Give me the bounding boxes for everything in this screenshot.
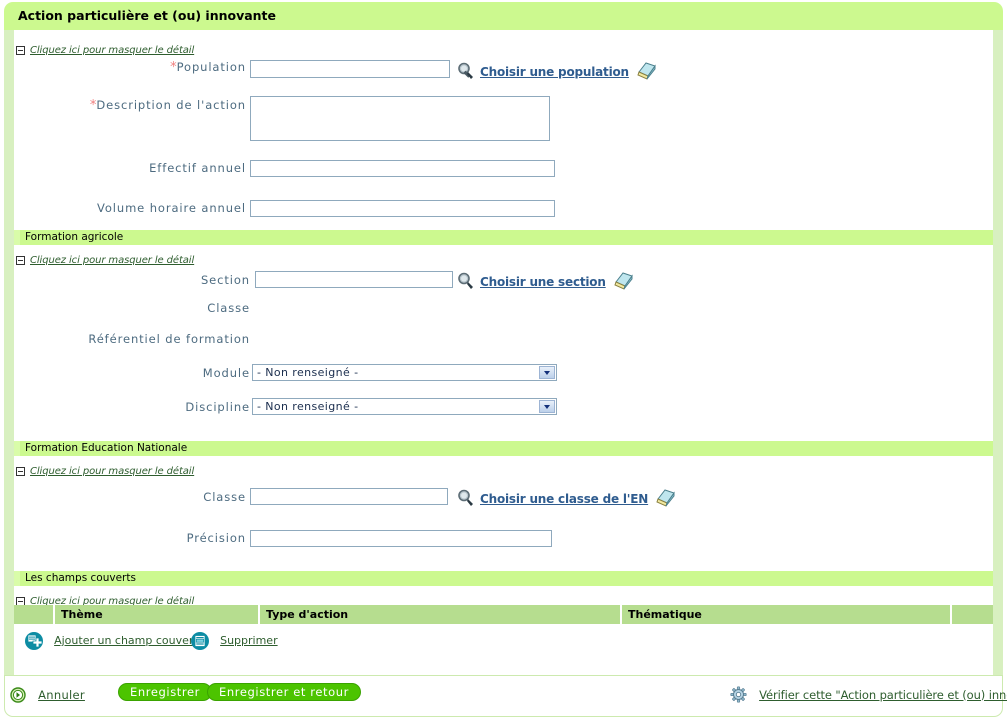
collapse-toggle-formation-en-label[interactable]: Cliquez ici pour masquer le détail	[30, 466, 194, 477]
chooser-section: Choisir une section	[456, 270, 635, 292]
select-module[interactable]: - Non renseigné -	[252, 364, 557, 381]
chooser-population: Choisir une population	[456, 60, 658, 82]
chooser-classe-en: Choisir une classe de l'EN	[456, 487, 677, 509]
section-accent-bar	[14, 571, 20, 586]
eraser-icon[interactable]	[655, 487, 677, 511]
label-referentiel-text: Référentiel de formation	[88, 332, 250, 346]
label-discipline-text: Discipline	[185, 400, 250, 414]
label-module: Module	[60, 366, 250, 380]
delete-champ-couvert-action[interactable]: Supprimer	[190, 630, 278, 652]
chooser-classe-en-link[interactable]: Choisir une classe de l'EN	[480, 492, 648, 506]
chevron-down-icon[interactable]	[539, 366, 555, 379]
section-accent-bar	[14, 441, 20, 456]
label-volume: Volume horaire annuel	[40, 201, 246, 215]
collapse-toggle-formation-en[interactable]: Cliquez ici pour masquer le détail	[16, 461, 194, 477]
section-accent-bar	[14, 230, 20, 245]
chooser-section-link[interactable]: Choisir une section	[480, 275, 606, 289]
table-col-select	[14, 605, 55, 624]
eraser-icon[interactable]	[636, 60, 658, 84]
verify-action[interactable]: Vérifier cette "Action particulière et (…	[730, 684, 1007, 703]
table-col-type-action[interactable]: Type d'action	[259, 605, 622, 624]
chooser-population-link[interactable]: Choisir une population	[480, 65, 629, 79]
label-discipline: Discipline	[60, 400, 250, 414]
input-volume[interactable]	[250, 200, 555, 217]
input-population[interactable]	[250, 60, 450, 78]
page-title-bar: Action particulière et (ou) innovante	[4, 2, 1003, 30]
label-referentiel: Référentiel de formation	[60, 332, 250, 346]
minus-box-icon[interactable]	[16, 467, 25, 476]
select-discipline[interactable]: - Non renseigné -	[252, 398, 557, 415]
label-section-text: Section	[200, 273, 250, 287]
label-precision-text: Précision	[186, 531, 246, 545]
table-header-row: Thème Type d'action Thématique	[14, 605, 993, 624]
select-module-value: - Non renseigné -	[257, 366, 359, 379]
section-title-formation-en: Formation Education Nationale	[25, 442, 188, 454]
label-classe-agricole: Classe	[60, 301, 250, 315]
magnifier-icon[interactable]	[456, 61, 475, 84]
label-module-text: Module	[202, 366, 250, 380]
input-effectif[interactable]	[250, 160, 555, 177]
minus-box-icon[interactable]	[16, 256, 25, 265]
table-col-thematique[interactable]: Thématique	[621, 605, 952, 624]
magnifier-icon[interactable]	[456, 488, 475, 511]
verify-link[interactable]: Vérifier cette "Action particulière et (…	[759, 688, 1007, 702]
eraser-icon[interactable]	[613, 270, 635, 294]
delete-champ-couvert-link[interactable]: Supprimer	[220, 634, 278, 647]
back-arrow-icon[interactable]	[10, 684, 31, 703]
label-classe-en: Classe	[56, 490, 246, 504]
collapse-toggle-formation-agricole[interactable]: Cliquez ici pour masquer le détail	[16, 250, 194, 266]
save-and-return-button[interactable]: Enregistrer et retour	[207, 683, 361, 701]
input-description[interactable]	[250, 96, 550, 141]
label-effectif: Effectif annuel	[60, 161, 246, 175]
cancel-link[interactable]: Annuler	[38, 688, 85, 702]
cancel-action[interactable]: Annuler	[10, 684, 85, 703]
gear-icon[interactable]	[730, 684, 752, 703]
input-precision[interactable]	[250, 530, 552, 547]
add-circle-icon[interactable]	[24, 630, 49, 650]
add-champ-couvert-action[interactable]: Ajouter un champ couvert	[24, 630, 198, 652]
label-population-text: Population	[176, 60, 246, 74]
champs-couverts-table: Thème Type d'action Thématique	[14, 605, 993, 624]
chevron-down-icon[interactable]	[539, 400, 555, 413]
select-discipline-value: - Non renseigné -	[257, 400, 359, 413]
section-title-champs-couverts: Les champs couverts	[25, 572, 136, 584]
collapse-toggle-main-label[interactable]: Cliquez ici pour masquer le détail	[30, 45, 194, 56]
magnifier-icon[interactable]	[456, 271, 475, 294]
add-champ-couvert-link[interactable]: Ajouter un champ couvert	[54, 634, 198, 647]
collapse-toggle-main[interactable]: Cliquez ici pour masquer le détail	[16, 40, 194, 56]
section-title-formation-agricole: Formation agricole	[25, 231, 124, 243]
label-population: *Population	[60, 60, 246, 75]
delete-circle-icon[interactable]	[190, 630, 215, 650]
input-classe-en[interactable]	[250, 488, 448, 505]
label-description: *Description de l'action	[60, 98, 246, 113]
label-section: Section	[60, 273, 250, 287]
label-classe-en-text: Classe	[203, 490, 246, 504]
label-precision: Précision	[56, 531, 246, 545]
form-page: Action particulière et (ou) innovante Cl…	[0, 0, 1007, 719]
label-volume-text: Volume horaire annuel	[96, 201, 246, 215]
section-header-champs-couverts: Les champs couverts	[14, 571, 993, 586]
label-effectif-text: Effectif annuel	[149, 161, 246, 175]
table-col-extra	[951, 605, 993, 624]
label-classe-agricole-text: Classe	[207, 301, 250, 315]
page-title: Action particulière et (ou) innovante	[18, 8, 277, 23]
section-header-formation-en: Formation Education Nationale	[14, 441, 993, 456]
save-button[interactable]: Enregistrer	[118, 683, 212, 701]
collapse-toggle-formation-agricole-label[interactable]: Cliquez ici pour masquer le détail	[30, 255, 194, 266]
label-description-text: Description de l'action	[96, 98, 246, 112]
input-section[interactable]	[255, 271, 453, 288]
section-header-formation-agricole: Formation agricole	[14, 230, 993, 245]
table-col-theme[interactable]: Thème	[54, 605, 260, 624]
minus-box-icon[interactable]	[16, 46, 25, 55]
